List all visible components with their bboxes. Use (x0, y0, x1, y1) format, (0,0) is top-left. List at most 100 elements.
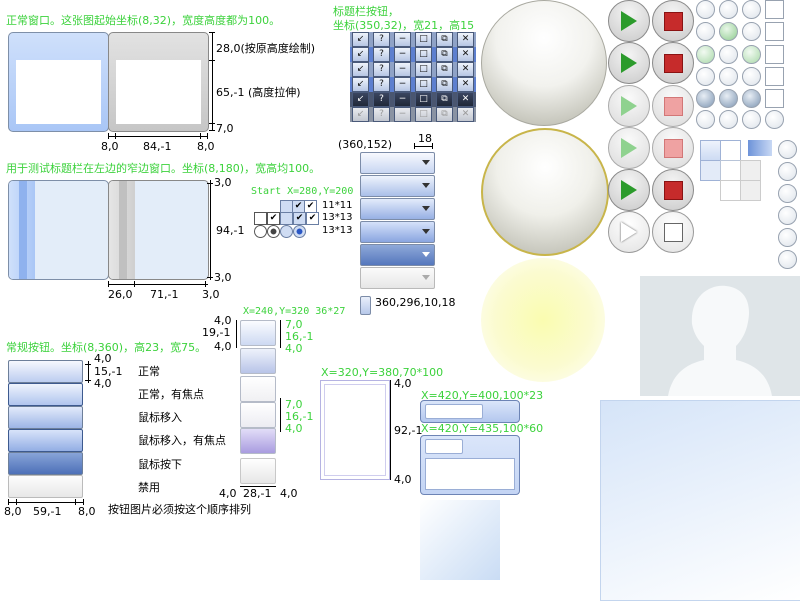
mail-icon[interactable] (742, 67, 761, 86)
button-hover-focused[interactable] (8, 429, 83, 452)
dropdown-hover[interactable] (360, 198, 435, 220)
user-online-icon[interactable] (719, 22, 738, 41)
button-pressed[interactable] (8, 452, 83, 475)
play-button[interactable] (608, 85, 650, 127)
play-button[interactable] (608, 0, 650, 42)
user-status-icon[interactable] (719, 45, 738, 64)
close-icon[interactable]: ✕ (457, 77, 474, 92)
round-toggle[interactable] (778, 162, 797, 181)
push-button-focused[interactable] (240, 348, 276, 374)
maximize-icon[interactable]: □ (415, 107, 432, 122)
restore-icon[interactable]: ↙ (352, 47, 369, 62)
mail-icon[interactable] (742, 22, 761, 41)
blank-status-icon[interactable] (696, 110, 715, 129)
button-hover[interactable] (8, 406, 83, 429)
close-icon[interactable]: ✕ (457, 107, 474, 122)
close-icon[interactable]: ✕ (457, 62, 474, 77)
push-button-normal[interactable] (240, 320, 276, 346)
radio-hover[interactable] (280, 225, 293, 238)
restore-down-icon[interactable]: ⧉ (436, 77, 453, 92)
combo-large[interactable] (420, 435, 520, 495)
round-toggle[interactable] (778, 184, 797, 203)
message-icon[interactable] (765, 45, 784, 64)
radio-empty[interactable] (254, 225, 267, 238)
checkbox-hover[interactable] (280, 212, 293, 225)
away-icon[interactable] (696, 89, 715, 108)
play-button[interactable] (608, 211, 650, 253)
round-toggle[interactable] (778, 206, 797, 225)
checkbox-hover-checked[interactable]: ✔ (293, 212, 306, 225)
button-disabled[interactable] (8, 475, 83, 498)
radio-hover-checked[interactable] (293, 225, 306, 238)
play-button[interactable] (608, 169, 650, 211)
button-focused[interactable] (8, 383, 83, 406)
dropdown-normal[interactable] (360, 152, 435, 174)
maximize-icon[interactable]: □ (415, 62, 432, 77)
mail-icon[interactable] (742, 0, 761, 19)
message-icon[interactable] (765, 89, 784, 108)
push-button-disabled[interactable] (240, 458, 276, 484)
mail-icon[interactable] (742, 89, 761, 108)
edit-small[interactable] (420, 400, 520, 423)
restore-icon[interactable]: ↙ (352, 77, 369, 92)
stop-button[interactable] (652, 127, 694, 169)
message-icon[interactable] (765, 22, 784, 41)
minimize-icon[interactable]: − (394, 47, 411, 62)
grid-cell[interactable] (700, 140, 721, 161)
dropdown-pressed[interactable] (360, 244, 435, 266)
minimize-icon[interactable]: − (394, 62, 411, 77)
help-icon[interactable]: ? (373, 62, 390, 77)
blank-status-icon[interactable] (742, 110, 761, 129)
play-button[interactable] (608, 127, 650, 169)
mail-icon[interactable] (742, 45, 761, 64)
online-icon[interactable] (696, 45, 715, 64)
grid-cell[interactable] (720, 140, 741, 161)
help-icon[interactable]: ? (373, 32, 390, 47)
dropdown-focused[interactable] (360, 175, 435, 197)
round-toggle[interactable] (778, 228, 797, 247)
restore-down-icon[interactable]: ⧉ (436, 62, 453, 77)
user-status-icon[interactable] (719, 0, 738, 19)
maximize-icon[interactable]: □ (415, 77, 432, 92)
round-toggle[interactable] (778, 250, 797, 269)
close-icon[interactable]: ✕ (457, 32, 474, 47)
push-button-hover-focused[interactable] (240, 402, 276, 428)
minimize-icon[interactable]: − (394, 32, 411, 47)
close-icon[interactable]: ✕ (457, 47, 474, 62)
stop-button[interactable] (652, 211, 694, 253)
spin-thumb[interactable] (360, 296, 371, 315)
away-icon[interactable] (696, 0, 715, 19)
push-button-pressed[interactable] (240, 428, 276, 454)
grid-cell[interactable] (720, 160, 741, 181)
blank-status-icon[interactable] (719, 110, 738, 129)
away-icon[interactable] (696, 67, 715, 86)
restore-icon[interactable]: ↙ (352, 107, 369, 122)
round-toggle[interactable] (778, 140, 797, 159)
help-icon[interactable]: ? (373, 77, 390, 92)
checkbox-empty[interactable] (254, 212, 267, 225)
radio-checked[interactable] (267, 225, 280, 238)
restore-icon[interactable]: ↙ (352, 32, 369, 47)
restore-down-icon[interactable]: ⧉ (436, 107, 453, 122)
checkbox-pressed-checked[interactable]: ✔ (306, 212, 319, 225)
restore-down-icon[interactable]: ⧉ (436, 47, 453, 62)
grid-cell[interactable] (740, 160, 761, 181)
play-button[interactable] (608, 42, 650, 84)
restore-down-icon[interactable]: ⧉ (436, 32, 453, 47)
message-icon[interactable] (765, 0, 784, 19)
minimize-icon[interactable]: − (394, 92, 411, 107)
checkbox-checked[interactable]: ✔ (267, 212, 280, 225)
maximize-icon[interactable]: □ (415, 92, 432, 107)
stop-button[interactable] (652, 85, 694, 127)
restore-icon[interactable]: ↙ (352, 62, 369, 77)
minimize-icon[interactable]: − (394, 77, 411, 92)
restore-down-icon[interactable]: ⧉ (436, 92, 453, 107)
blank-status-icon[interactable] (765, 110, 784, 129)
help-icon[interactable]: ? (373, 92, 390, 107)
close-icon[interactable]: ✕ (457, 92, 474, 107)
restore-icon[interactable]: ↙ (352, 92, 369, 107)
help-icon[interactable]: ? (373, 47, 390, 62)
away-icon[interactable] (696, 22, 715, 41)
grid-cell[interactable] (720, 180, 741, 201)
stop-button[interactable] (652, 42, 694, 84)
